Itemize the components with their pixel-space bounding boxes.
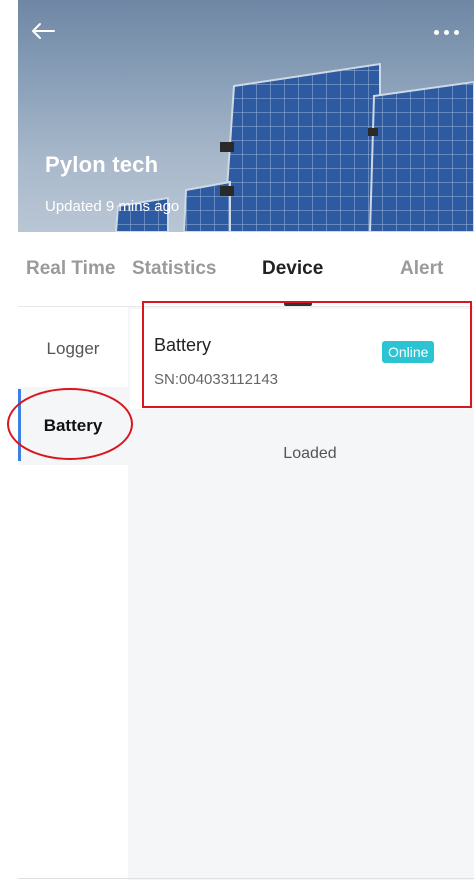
sidebar-item-label: Logger — [46, 339, 100, 358]
device-type-sidebar: Logger Battery — [18, 307, 128, 880]
back-button[interactable] — [30, 16, 66, 46]
more-dots-icon — [433, 29, 439, 35]
status-badge: Online — [382, 341, 435, 363]
station-name: Pylon tech — [45, 152, 159, 177]
updated-time: Updated 9 mins ago — [45, 198, 180, 215]
arrow-left-icon — [32, 23, 55, 39]
device-card[interactable]: Battery SN:004033112143 Online — [130, 309, 470, 409]
sidebar-item-label: Battery — [43, 416, 103, 435]
divider — [18, 878, 474, 879]
sidebar-item-logger[interactable]: Logger — [18, 310, 128, 388]
tab-alert[interactable]: Alert — [400, 258, 443, 280]
more-options-button[interactable] — [426, 20, 466, 44]
device-name: Battery — [154, 335, 212, 355]
device-serial-number: SN:004033112143 — [154, 371, 278, 388]
tab-bar: Real Time Statistics Device Alert — [18, 232, 474, 307]
tab-statistics[interactable]: Statistics — [132, 258, 216, 280]
active-tab-indicator — [284, 302, 312, 306]
list-footer-status: Loaded — [283, 445, 337, 462]
tab-device[interactable]: Device — [262, 258, 323, 280]
device-list: Battery SN:004033112143 Online Loaded — [128, 307, 474, 880]
tab-real-time[interactable]: Real Time — [26, 258, 115, 280]
sidebar-item-battery[interactable]: Battery — [18, 387, 128, 465]
station-header: Pylon tech Updated 9 mins ago — [18, 0, 474, 232]
active-indicator — [18, 389, 21, 461]
